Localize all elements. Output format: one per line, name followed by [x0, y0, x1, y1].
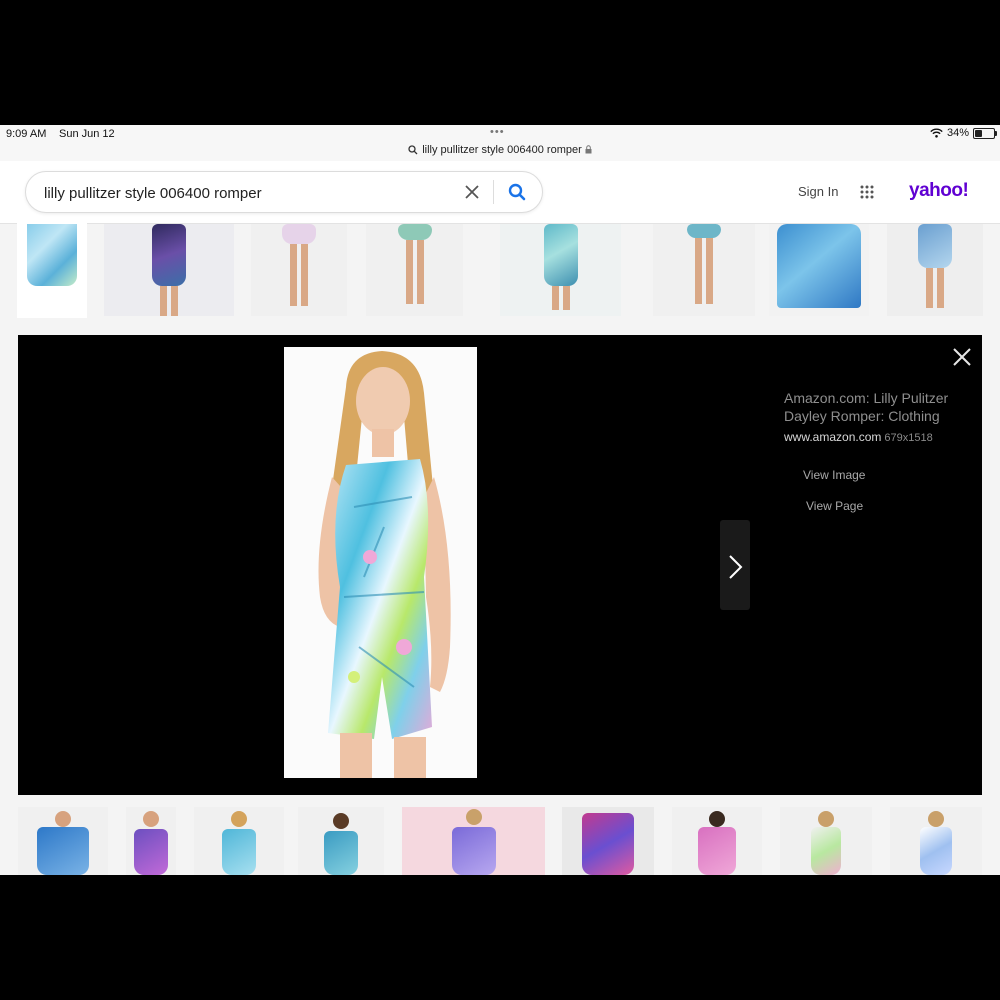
search-icon — [408, 145, 418, 155]
image-thumbnail[interactable] — [194, 807, 284, 875]
thumbnail-head — [333, 813, 349, 829]
status-bar: 9:09 AM Sun Jun 12 ••• lilly pullitzer s… — [0, 125, 1000, 162]
image-dimensions: 679x1518 — [884, 432, 933, 444]
image-thumbnail[interactable] — [780, 807, 872, 875]
thumbnail-figure — [582, 813, 634, 875]
clear-icon[interactable] — [462, 182, 482, 202]
address-text: lilly pullitzer style 006400 romper — [422, 144, 582, 156]
thumbnail-figure — [777, 224, 861, 308]
thumbnail-legs — [551, 286, 570, 310]
thumbnail-figure — [811, 827, 841, 875]
thumbnail-head — [143, 811, 159, 827]
preview-image-drawing — [284, 347, 477, 778]
thumbnail-figure — [918, 224, 952, 268]
search-button-icon[interactable] — [506, 181, 528, 203]
view-page-link[interactable]: View Page — [806, 499, 863, 513]
thumbnail-legs — [405, 240, 424, 304]
image-thumbnail[interactable] — [887, 224, 983, 316]
apps-grid-icon[interactable] — [859, 184, 875, 200]
thumbnail-head — [928, 811, 944, 827]
wifi-icon — [930, 128, 943, 138]
search-divider — [493, 180, 494, 204]
next-image-button[interactable] — [720, 520, 750, 610]
thumbnail-legs — [695, 238, 713, 304]
thumbnail-legs — [160, 286, 178, 316]
thumbnail-head — [231, 811, 247, 827]
status-time: 9:09 AM — [6, 128, 47, 140]
thumbnail-figure — [134, 829, 168, 875]
status-date: Sun Jun 12 — [59, 128, 115, 140]
thumbnail-figure — [222, 829, 256, 875]
thumbnail-figure — [687, 224, 721, 238]
battery-icon — [973, 127, 997, 139]
preview-image[interactable] — [284, 347, 477, 778]
image-thumbnail[interactable] — [653, 224, 755, 316]
image-thumbnail[interactable] — [104, 224, 234, 316]
image-thumbnail[interactable] — [769, 224, 869, 316]
thumbnail-figure — [27, 224, 77, 286]
thumbnail-legs — [290, 244, 308, 306]
thumbnail-head — [709, 811, 725, 827]
preview-title: Amazon.com: Lilly Pulitzer Dayley Romper… — [784, 390, 949, 424]
thumbnail-head — [55, 811, 71, 827]
search-input[interactable] — [42, 172, 446, 214]
image-thumbnail[interactable] — [890, 807, 982, 875]
thumbnail-figure — [397, 224, 432, 240]
status-right: 34% — [930, 127, 997, 139]
image-thumbnail[interactable] — [126, 807, 176, 875]
image-thumbnail[interactable] — [402, 807, 545, 875]
close-icon[interactable] — [951, 346, 973, 368]
view-image-link[interactable]: View Image — [803, 468, 865, 482]
thumbnail-strip-top — [0, 222, 1000, 319]
thumbnail-legs — [926, 268, 944, 308]
thumbnail-strip-bottom — [0, 797, 1000, 875]
thumbnail-head — [465, 809, 482, 825]
thumbnail-head — [818, 811, 834, 827]
thumbnail-figure — [324, 831, 358, 875]
search-header: Sign In yahoo! — [0, 161, 1000, 224]
image-thumbnail[interactable] — [17, 222, 87, 318]
thumbnail-figure — [37, 827, 89, 875]
thumbnail-figure — [920, 827, 952, 875]
image-thumbnail[interactable] — [251, 224, 347, 316]
browser-screen: 9:09 AM Sun Jun 12 ••• lilly pullitzer s… — [0, 125, 1000, 875]
image-preview-modal: Amazon.com: Lilly Pulitzer Dayley Romper… — [18, 335, 982, 795]
source-domain[interactable]: www.amazon.com — [784, 430, 881, 444]
image-thumbnail[interactable] — [18, 807, 108, 875]
sign-in-link[interactable]: Sign In — [798, 184, 838, 199]
preview-source: www.amazon.com 679x1518 — [784, 430, 933, 444]
battery-fill — [975, 129, 982, 137]
thumbnail-figure — [152, 224, 186, 286]
image-thumbnail[interactable] — [500, 224, 621, 316]
thumbnail-figure — [543, 224, 578, 286]
image-thumbnail[interactable] — [298, 807, 384, 875]
image-thumbnail[interactable] — [562, 807, 654, 875]
thumbnail-figure — [451, 827, 496, 875]
image-thumbnail[interactable] — [366, 224, 463, 316]
chevron-right-icon — [729, 555, 743, 579]
lock-icon — [585, 145, 592, 154]
address-bar[interactable]: lilly pullitzer style 006400 romper — [0, 144, 1000, 156]
search-box — [25, 171, 543, 214]
battery-percent: 34% — [946, 127, 969, 139]
image-thumbnail[interactable] — [672, 807, 762, 875]
thumbnail-figure — [698, 827, 736, 875]
thumbnail-figure — [282, 224, 316, 244]
yahoo-logo[interactable]: yahoo! — [909, 180, 969, 202]
more-dots-icon[interactable]: ••• — [490, 127, 505, 138]
